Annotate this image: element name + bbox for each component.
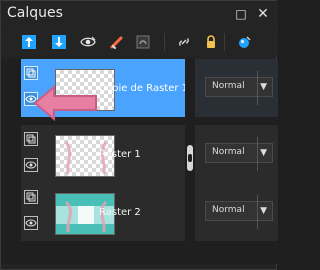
link-button[interactable] bbox=[173, 31, 195, 53]
eye-icon bbox=[25, 161, 37, 169]
chevron-down-icon: ▼ bbox=[260, 148, 267, 158]
eye-icon bbox=[25, 219, 37, 227]
chevron-down-icon: ▼ bbox=[260, 206, 267, 216]
blend-row: Normal ▼ bbox=[195, 183, 278, 241]
blend-row: Normal ▼ bbox=[195, 59, 278, 117]
layer-row[interactable]: Raster 2 bbox=[21, 183, 185, 241]
link-icon bbox=[179, 38, 189, 46]
layer-visibility-toggle[interactable] bbox=[24, 216, 38, 230]
new-layer-down-button[interactable] bbox=[48, 31, 70, 53]
color-picker-icon bbox=[239, 36, 251, 48]
layer-row[interactable]: Raster 1 bbox=[21, 125, 185, 183]
panel-title: Calques bbox=[7, 5, 63, 21]
mask-icon bbox=[136, 35, 150, 49]
opacity-line bbox=[257, 71, 258, 105]
layer-name: Raster 2 bbox=[99, 207, 141, 218]
blend-mode-value: Normal bbox=[212, 81, 245, 91]
layer-type-icon[interactable] bbox=[24, 66, 38, 80]
panel-titlebar: Calques □ ✕ bbox=[1, 1, 278, 29]
layers-panel: Calques □ ✕ Copie de Raster 1 Raster 1 R… bbox=[0, 0, 278, 270]
layer-name: Raster 1 bbox=[99, 149, 141, 160]
new-layer-down-icon bbox=[52, 35, 66, 49]
close-icon: ✕ bbox=[257, 6, 269, 22]
chevron-down-icon: ▼ bbox=[260, 82, 267, 92]
lock-icon bbox=[207, 35, 215, 48]
maximize-button[interactable]: □ bbox=[233, 6, 249, 22]
mask-button[interactable] bbox=[132, 31, 154, 53]
blend-mode-select[interactable]: Normal ▼ bbox=[205, 143, 273, 163]
toolbar-separator bbox=[224, 33, 225, 51]
layer-type-icon[interactable] bbox=[24, 132, 38, 146]
pink-arrow-annotation bbox=[33, 84, 97, 122]
splitter-grip[interactable] bbox=[187, 145, 193, 171]
blend-mode-value: Normal bbox=[212, 205, 245, 215]
close-button[interactable]: ✕ bbox=[255, 6, 271, 22]
new-layer-up-button[interactable] bbox=[18, 31, 40, 53]
visibility-button[interactable] bbox=[77, 31, 99, 53]
blend-mode-value: Normal bbox=[212, 147, 245, 157]
visibility-icon bbox=[80, 36, 96, 47]
splitter[interactable] bbox=[185, 59, 195, 264]
toolbar-separator bbox=[164, 33, 165, 51]
color-picker-button[interactable] bbox=[233, 31, 255, 53]
opacity-line bbox=[257, 137, 258, 171]
new-layer-up-icon bbox=[22, 35, 36, 49]
blend-mode-select[interactable]: Normal ▼ bbox=[205, 201, 273, 221]
opacity-line bbox=[257, 195, 258, 229]
layer-name: Copie de Raster 1 bbox=[99, 83, 189, 94]
blend-mode-select[interactable]: Normal ▼ bbox=[205, 77, 273, 97]
layers-toolbar bbox=[1, 30, 278, 56]
layer-type-icon[interactable] bbox=[24, 190, 38, 204]
edit-icon bbox=[110, 36, 123, 49]
lock-button[interactable] bbox=[200, 31, 222, 53]
edit-layer-button[interactable] bbox=[106, 31, 128, 53]
layer-visibility-toggle[interactable] bbox=[24, 158, 38, 172]
maximize-icon: □ bbox=[235, 7, 247, 21]
blend-row: Normal ▼ bbox=[195, 125, 278, 183]
